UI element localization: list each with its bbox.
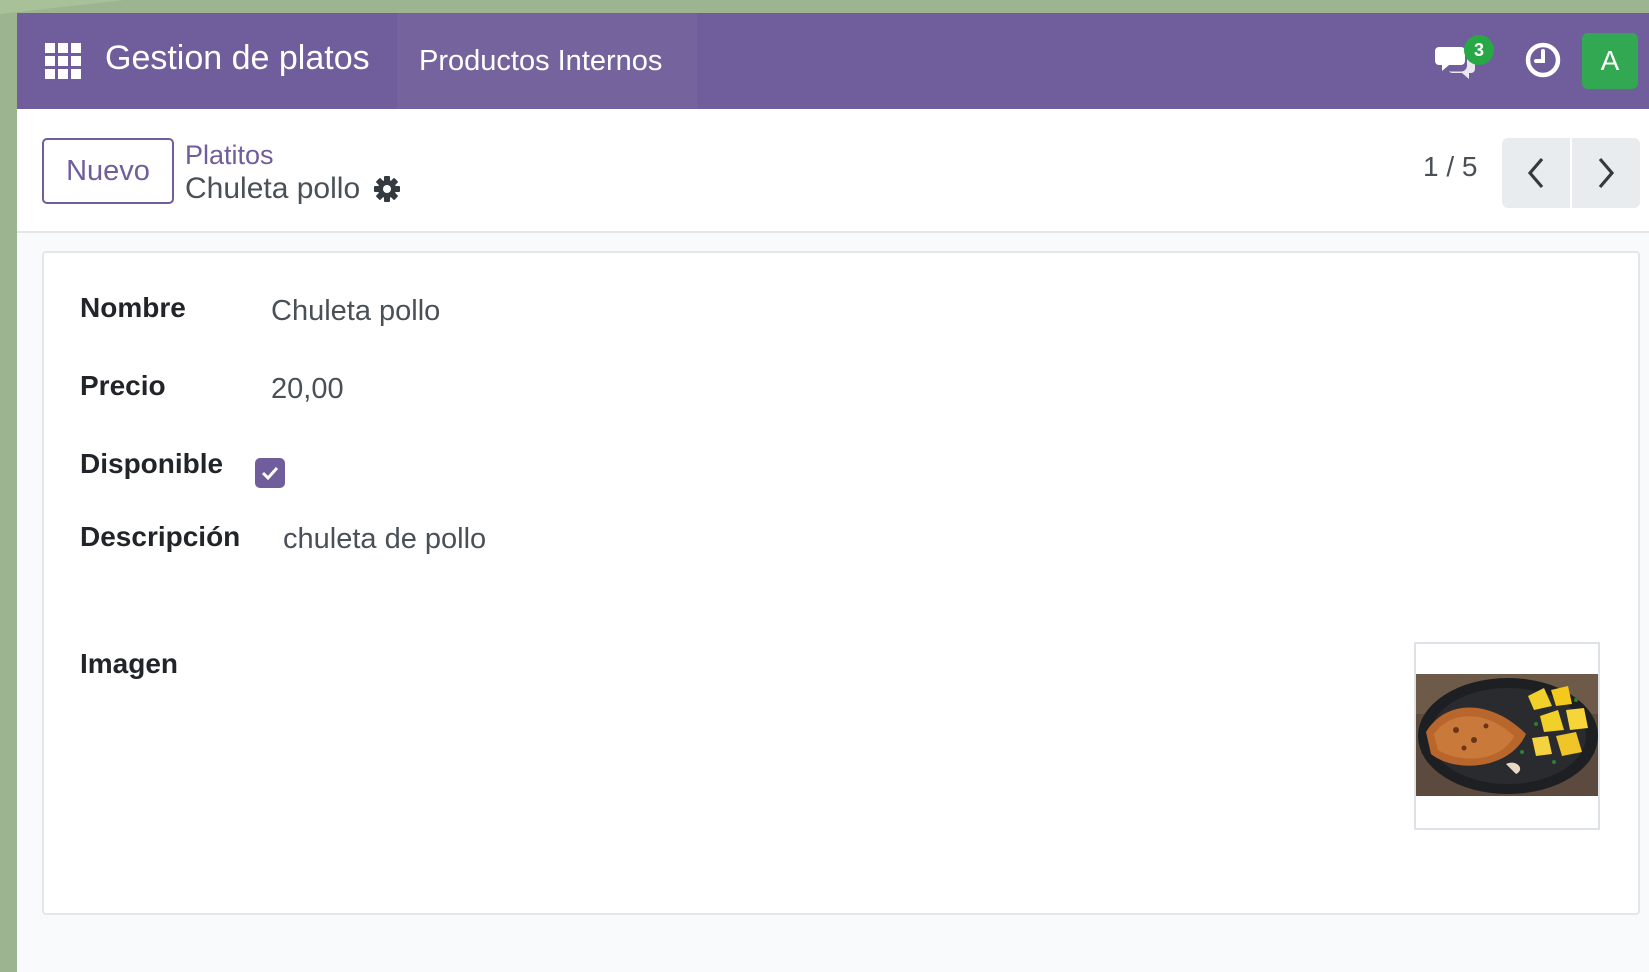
apps-grid-icon[interactable]: [45, 43, 81, 79]
pager-value[interactable]: 1 / 5: [1423, 151, 1477, 183]
descripcion-label: Descripción: [80, 521, 241, 552]
gear-icon[interactable]: [373, 175, 401, 203]
precio-field[interactable]: 20,00: [271, 373, 344, 406]
chevron-right-icon: [1598, 157, 1615, 189]
nombre-field[interactable]: Chuleta pollo: [271, 295, 440, 328]
menu-item-productos-internos[interactable]: Productos Internos: [397, 13, 697, 109]
descripcion-field[interactable]: chuleta de pollo: [283, 523, 486, 556]
chat-badge: 3: [1464, 35, 1494, 65]
precio-label: Precio: [80, 370, 166, 401]
top-navbar: Gestion de platos Productos Internos 3 A: [17, 13, 1649, 109]
form-sheet: Nombre Chuleta pollo Precio 20,00 Dispon…: [42, 251, 1640, 915]
breadcrumb-current: Chuleta pollo: [185, 172, 361, 205]
user-avatar[interactable]: A: [1582, 33, 1638, 89]
chevron-left-icon: [1527, 157, 1544, 189]
pager-previous-button[interactable]: [1502, 138, 1570, 208]
check-icon: [261, 466, 279, 480]
imagen-field[interactable]: [1414, 642, 1600, 830]
disponible-label: Disponible: [80, 448, 224, 479]
nombre-label: Nombre: [80, 292, 186, 323]
app-name[interactable]: Gestion de platos: [105, 39, 370, 78]
new-button[interactable]: Nuevo: [42, 138, 174, 204]
control-panel: Nuevo Platitos Chuleta pollo 1 / 5: [17, 109, 1649, 233]
breadcrumb-parent[interactable]: Platitos: [185, 140, 274, 171]
imagen-label: Imagen: [80, 648, 179, 679]
pager-next-button[interactable]: [1572, 138, 1640, 208]
app-window: Gestion de platos Productos Internos 3 A…: [17, 13, 1649, 972]
dish-image: [1416, 644, 1598, 828]
disponible-checkbox[interactable]: [255, 458, 285, 488]
background-corner: [0, 0, 125, 14]
clock-icon[interactable]: [1524, 41, 1562, 79]
